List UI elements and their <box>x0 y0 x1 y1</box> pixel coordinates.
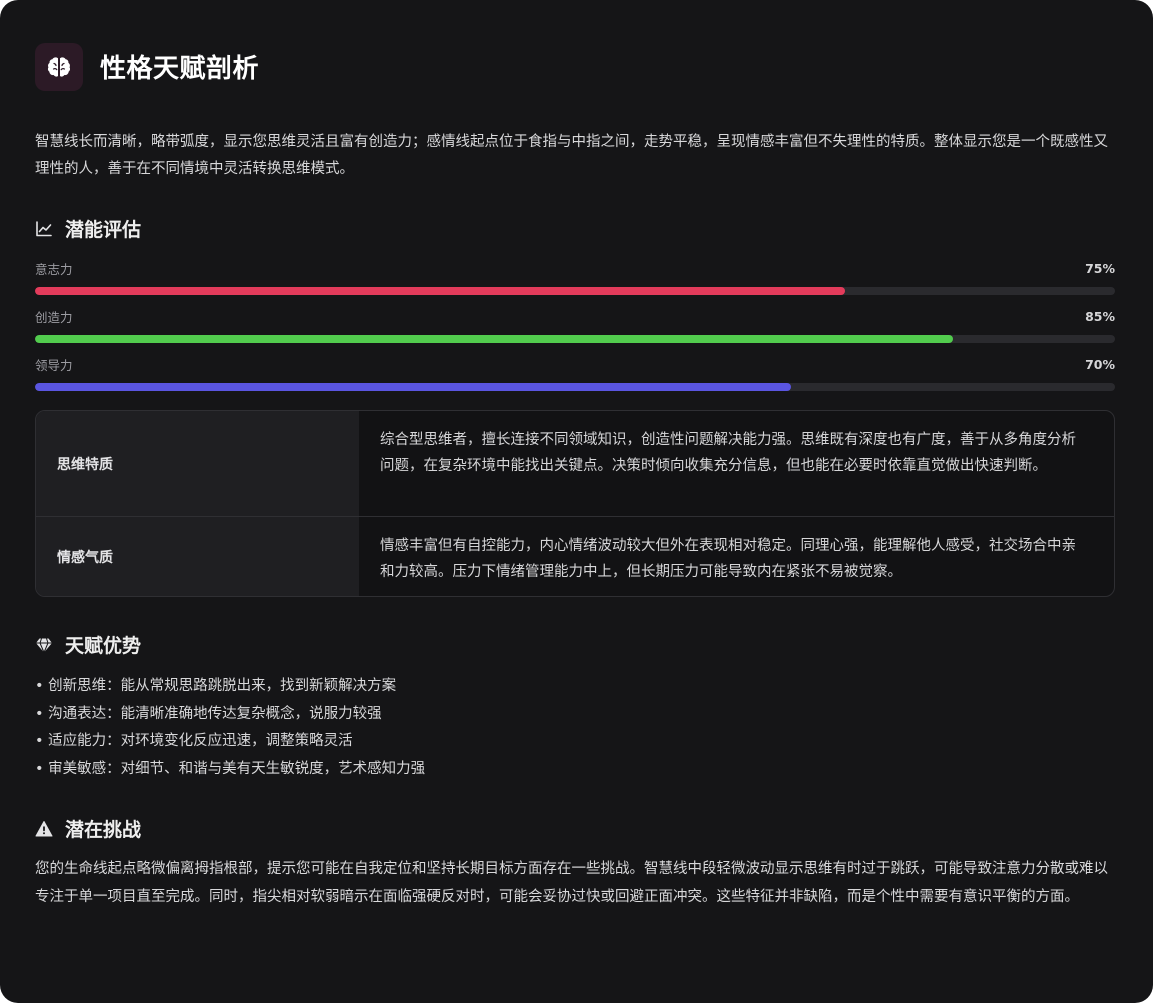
metric-label: 创造力 <box>35 309 73 325</box>
progress-track <box>35 287 1115 295</box>
list-item: 沟通表达：能清晰准确地传达复杂概念，说服力较强 <box>35 701 425 729</box>
metric-label: 领导力 <box>35 357 73 373</box>
challenges-heading: 潜在挑战 <box>35 815 141 842</box>
talents-heading: 天赋优势 <box>35 631 141 658</box>
metric-percent: 75% <box>1085 260 1115 276</box>
brain-icon-badge <box>35 42 83 91</box>
metric-percent: 85% <box>1085 308 1115 324</box>
progress-track <box>35 383 1115 391</box>
metric-willpower: 意志力 75% <box>35 259 1115 295</box>
challenges-paragraph: 您的生命线起点略微偏离拇指根部，提示您可能在自我定位和坚持长期目标方面存在一些挑… <box>35 861 1108 905</box>
metric-label: 意志力 <box>35 261 73 277</box>
traits-table: 思维特质 综合型思维者，擅长连接不同领域知识，创造性问题解决能力强。思维既有深度… <box>35 410 1115 597</box>
progress-fill <box>35 287 845 295</box>
report-card: 性格天赋剖析 智慧线长而清晰，略带弧度，显示您思维灵活且富有创造力；感情线起点位… <box>0 0 1153 1003</box>
trending-chart-icon <box>35 220 53 238</box>
potential-heading: 潜能评估 <box>35 215 141 242</box>
talents-heading-label: 天赋优势 <box>65 635 142 657</box>
diamond-icon <box>35 636 53 654</box>
metric-percent: 70% <box>1085 356 1115 372</box>
list-item: 创新思维：能从常规思路跳脱出来，找到新颖解决方案 <box>35 673 425 701</box>
metric-leadership: 领导力 70% <box>35 355 1115 391</box>
page-title: 性格天赋剖析 <box>100 54 260 84</box>
progress-track <box>35 335 1115 343</box>
trait-key: 思维特质 <box>36 411 359 516</box>
trait-key: 情感气质 <box>36 517 359 596</box>
list-item: 适应能力：对环境变化反应迅速，调整策略灵活 <box>35 728 425 756</box>
progress-fill <box>35 335 953 343</box>
warning-icon <box>35 820 53 838</box>
trait-value: 综合型思维者，擅长连接不同领域知识，创造性问题解决能力强。思维既有深度也有广度，… <box>380 432 1076 474</box>
trait-row-thinking: 思维特质 综合型思维者，擅长连接不同领域知识，创造性问题解决能力强。思维既有深度… <box>36 411 1114 516</box>
challenges-heading-label: 潜在挑战 <box>65 819 142 841</box>
talents-list: 创新思维：能从常规思路跳脱出来，找到新颖解决方案 沟通表达：能清晰准确地传达复杂… <box>35 673 425 783</box>
report-header: 性格天赋剖析 <box>35 42 259 91</box>
list-item: 审美敏感：对细节、和谐与美有天生敏锐度，艺术感知力强 <box>35 756 425 784</box>
metric-creativity: 创造力 85% <box>35 307 1115 343</box>
progress-fill <box>35 383 791 391</box>
trait-row-emotion: 情感气质 情感丰富但有自控能力，内心情绪波动较大但外在表现相对稳定。同理心强，能… <box>36 516 1114 596</box>
trait-value: 情感丰富但有自控能力，内心情绪波动较大但外在表现相对稳定。同理心强，能理解他人感… <box>380 538 1076 580</box>
brain-icon <box>47 56 71 77</box>
potential-heading-label: 潜能评估 <box>65 219 142 241</box>
summary-paragraph: 智慧线长而清晰，略带弧度，显示您思维灵活且富有创造力；感情线起点位于食指与中指之… <box>35 134 1108 177</box>
